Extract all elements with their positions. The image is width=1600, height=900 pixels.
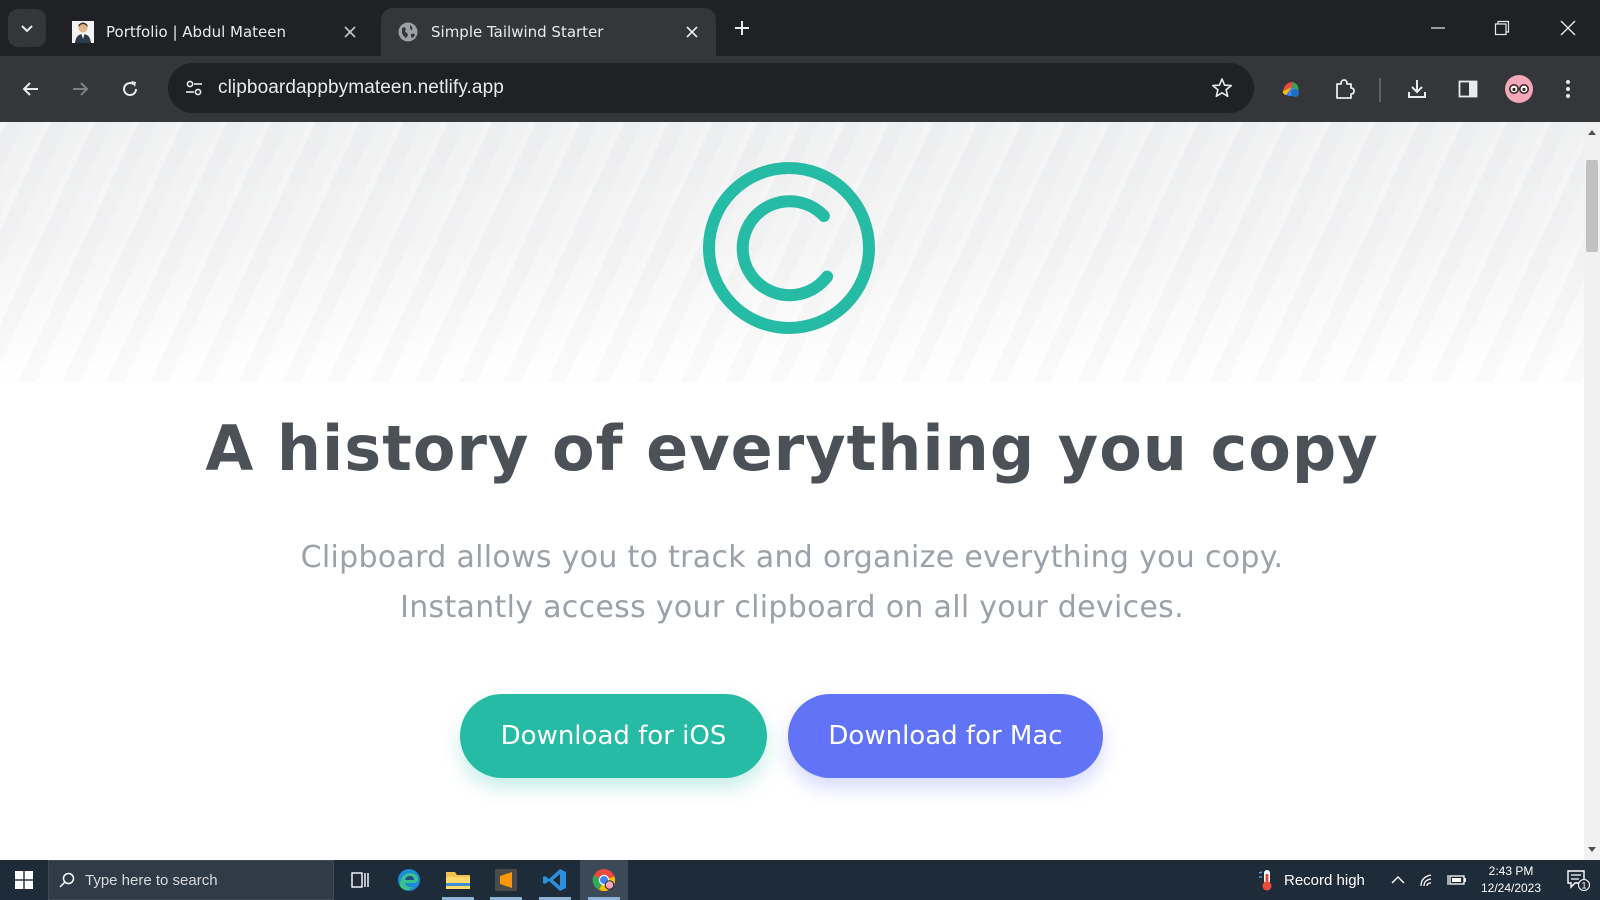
extension-colorful-icon[interactable] — [1272, 70, 1310, 108]
weather-text: Record high — [1284, 871, 1365, 889]
chrome-menu-icon[interactable] — [1549, 70, 1587, 108]
globe-icon — [398, 22, 418, 42]
tab-search-button[interactable] — [8, 9, 46, 47]
side-panel-icon[interactable] — [1449, 70, 1487, 108]
clock-time: 2:43 PM — [1488, 864, 1534, 878]
new-tab-button[interactable] — [726, 12, 758, 44]
chevron-up-icon[interactable] — [1391, 860, 1405, 900]
downloads-icon[interactable] — [1398, 70, 1436, 108]
hero-subtext-line-2: Instantly access your clipboard on all y… — [400, 590, 1184, 625]
vscode-icon[interactable] — [531, 860, 579, 900]
thermometer-icon — [1258, 870, 1272, 891]
scrollbar-thumb[interactable] — [1586, 160, 1598, 252]
battery-icon[interactable] — [1447, 860, 1467, 900]
bookmark-star-icon[interactable] — [1202, 68, 1242, 108]
sublime-text-icon[interactable] — [482, 860, 530, 900]
download-mac-button[interactable]: Download for Mac — [788, 694, 1103, 778]
file-explorer-icon[interactable] — [434, 860, 482, 900]
portfolio-avatar-icon — [72, 21, 94, 43]
task-view-icon[interactable] — [336, 860, 384, 900]
clock-date: 12/24/2023 — [1480, 881, 1542, 895]
toolbar-divider — [1379, 78, 1381, 102]
reload-icon — [123, 81, 138, 97]
close-window-button[interactable] — [1546, 8, 1590, 48]
taskbar-search-box[interactable]: Type here to search — [48, 860, 334, 900]
hero-subtext-line-1: Clipboard allows you to track and organi… — [300, 540, 1284, 575]
search-icon — [49, 871, 85, 889]
clipboard-logo-icon — [703, 162, 875, 334]
taskbar-clock[interactable]: 2:43 PM 12/24/2023 — [1466, 863, 1556, 897]
minimize-button[interactable] — [1416, 8, 1460, 48]
close-tab-icon[interactable] — [680, 20, 704, 44]
arrow-right-icon — [73, 82, 89, 96]
site-info-icon[interactable] — [174, 68, 214, 108]
tab-title: Portfolio | Abdul Mateen — [106, 23, 287, 41]
page-scrollbar[interactable] — [1584, 122, 1600, 860]
extensions-puzzle-icon[interactable] — [1325, 70, 1363, 108]
scroll-down-arrow-icon[interactable] — [1584, 842, 1600, 858]
hero-headline: A history of everything you copy — [205, 412, 1379, 485]
forward-button[interactable] — [61, 70, 99, 108]
search-placeholder: Type here to search — [85, 871, 218, 889]
scroll-up-arrow-icon[interactable] — [1584, 124, 1600, 140]
close-tab-icon[interactable] — [338, 20, 362, 44]
windows-logo-icon — [15, 871, 33, 889]
back-button[interactable] — [12, 70, 50, 108]
page-viewport: A history of everything you copy Clipboa… — [0, 122, 1584, 860]
arrow-left-icon — [22, 82, 38, 96]
address-bar[interactable]: clipboardappbymateen.netlify.app — [168, 63, 1254, 113]
notification-center-icon[interactable]: 1 — [1556, 860, 1600, 900]
browser-toolbar: clipboardappbymateen.netlify.app — [0, 56, 1600, 122]
reload-button[interactable] — [111, 70, 149, 108]
network-icon[interactable] — [1419, 860, 1437, 900]
tab-portfolio[interactable]: Portfolio | Abdul Mateen — [56, 8, 374, 56]
restore-icon — [1494, 20, 1510, 36]
tab-strip: Portfolio | Abdul Mateen Simple Tailwind… — [0, 0, 1600, 56]
chrome-icon[interactable] — [580, 860, 628, 900]
minimize-icon — [1431, 27, 1445, 29]
close-icon — [1560, 20, 1576, 36]
chevron-down-icon — [21, 25, 33, 33]
notification-count: 1 — [1581, 881, 1586, 891]
windows-taskbar: Type here to search Record high 2:43 PM … — [0, 860, 1600, 900]
restore-button[interactable] — [1480, 8, 1524, 48]
weather-widget[interactable]: Record high — [1258, 860, 1365, 900]
url-text[interactable]: clipboardappbymateen.netlify.app — [218, 77, 504, 99]
download-ios-button[interactable]: Download for iOS — [460, 694, 767, 778]
tab-title: Simple Tailwind Starter — [431, 23, 604, 41]
edge-icon[interactable] — [385, 860, 433, 900]
tab-simple-tailwind-starter[interactable]: Simple Tailwind Starter — [381, 8, 716, 56]
profile-avatar[interactable] — [1500, 70, 1538, 108]
plus-icon — [735, 21, 749, 35]
start-button[interactable] — [0, 860, 48, 900]
